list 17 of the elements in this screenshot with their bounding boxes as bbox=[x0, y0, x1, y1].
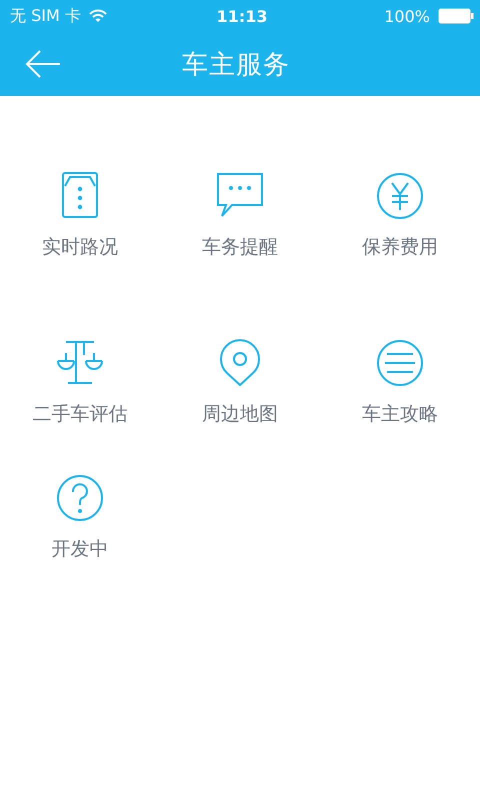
service-item[interactable]: 车务提醒 bbox=[202, 170, 278, 260]
service-item[interactable]: 保养费用 bbox=[362, 170, 438, 260]
carrier-text: 无 SIM 卡 bbox=[10, 6, 81, 26]
help-icon bbox=[54, 472, 106, 524]
service-item[interactable]: 周边地图 bbox=[202, 337, 278, 427]
service-item[interactable]: 车主攻略 bbox=[362, 337, 438, 427]
yen-icon bbox=[374, 170, 426, 222]
service-item[interactable]: 二手车评估 bbox=[32, 337, 128, 427]
clock-text: 11:13 bbox=[216, 6, 268, 26]
page-title: 车主服务 bbox=[182, 48, 290, 82]
menu-icon bbox=[374, 337, 426, 389]
service-item[interactable]: 开发中 bbox=[52, 472, 108, 562]
back-arrow-icon bbox=[25, 49, 61, 79]
wifi-icon bbox=[88, 9, 107, 23]
battery-icon bbox=[438, 8, 474, 24]
service-item[interactable]: 实时路况 bbox=[42, 170, 118, 260]
battery-percent: 100% bbox=[384, 6, 430, 26]
